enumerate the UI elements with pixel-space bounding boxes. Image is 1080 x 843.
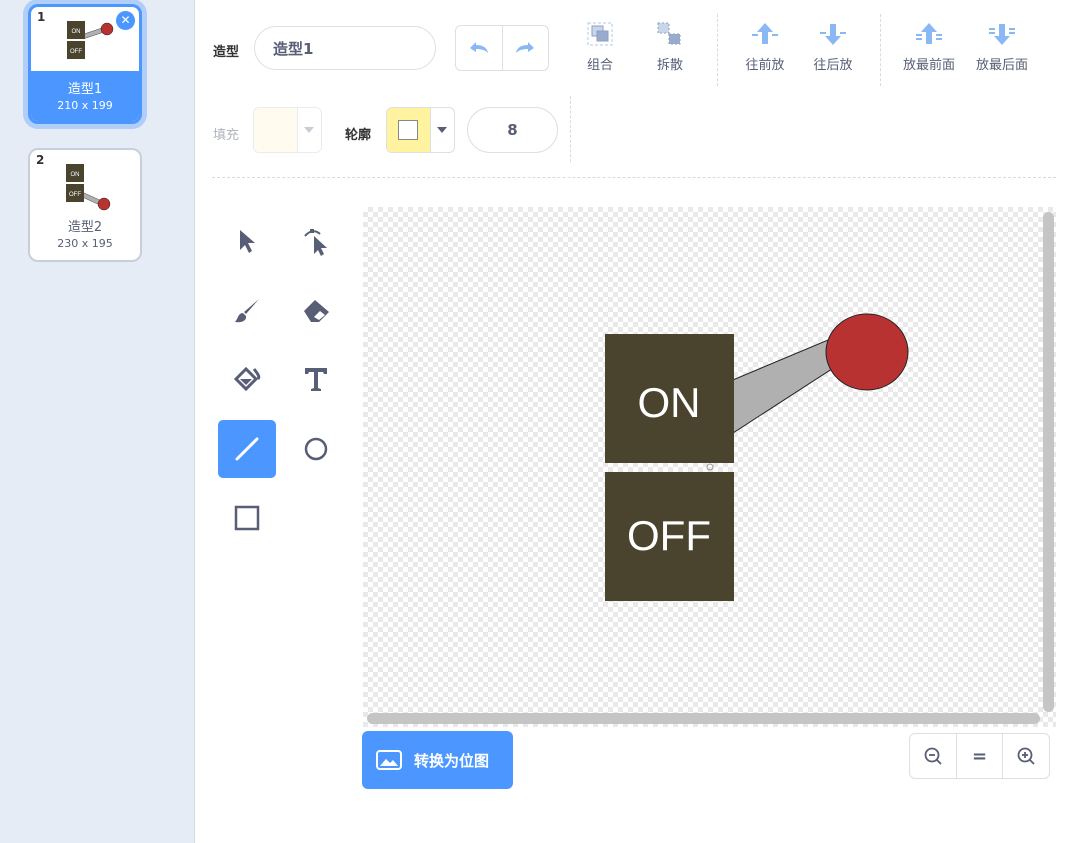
off-text: OFF <box>627 512 711 559</box>
undo-icon <box>469 42 488 53</box>
outline-label: 轮廓 <box>345 128 372 143</box>
redo-button[interactable] <box>503 26 549 70</box>
ungroup-button[interactable]: 拆散 <box>642 20 698 73</box>
costume-name: 造型2 <box>67 220 103 235</box>
on-text: ON <box>638 379 701 426</box>
paint-canvas[interactable]: ON OFF <box>363 207 1056 727</box>
zoom-in-button[interactable] <box>1002 734 1049 778</box>
group-icon <box>587 22 613 46</box>
costume-name-input[interactable] <box>254 26 436 70</box>
costume-label: 造型1 210 x 199 <box>31 71 139 121</box>
forward-label: 往前放 <box>745 58 785 73</box>
fill-color-picker[interactable] <box>253 107 322 153</box>
costume-number: 2 <box>36 153 45 167</box>
forward-button[interactable]: 往前放 <box>737 20 793 73</box>
bring-to-front-button[interactable]: 放最前面 <box>893 20 965 73</box>
group-button[interactable]: 组合 <box>572 20 628 73</box>
brush-tool[interactable] <box>218 282 276 340</box>
rectangle-tool[interactable] <box>218 489 276 547</box>
arrow-down-icon <box>820 24 846 45</box>
costume-item-2[interactable]: 2 ON OFF 造型2 230 x 195 <box>28 148 142 262</box>
switch-knob[interactable] <box>825 313 909 391</box>
costume-size: 230 x 195 <box>57 237 113 250</box>
toolbar-divider <box>717 14 718 86</box>
ungroup-label: 拆散 <box>656 58 683 73</box>
zoom-reset-button[interactable]: = <box>955 734 1003 778</box>
brush-icon <box>235 299 259 323</box>
thumb-on-text: ON <box>71 172 80 178</box>
costume-thumbnail: ON OFF <box>66 164 111 211</box>
horizontal-scrollbar[interactable] <box>367 713 1040 724</box>
text-tool[interactable] <box>287 350 345 408</box>
select-tool[interactable] <box>218 212 276 270</box>
line-tool[interactable] <box>218 420 276 478</box>
rotation-center-marker <box>706 463 714 471</box>
toolbar-divider <box>880 14 881 86</box>
costume-name: 造型1 <box>67 82 103 97</box>
reshape-tool[interactable] <box>287 212 345 270</box>
outline-color-picker[interactable] <box>386 107 455 153</box>
convert-label: 转换为位图 <box>414 751 490 770</box>
costume-label: 造型2 230 x 195 <box>30 210 140 260</box>
line-icon <box>235 437 259 461</box>
circle-icon <box>304 437 328 461</box>
switch-lever[interactable] <box>727 339 839 434</box>
thumb-on-text: ON <box>72 29 81 35</box>
vertical-scrollbar[interactable] <box>1043 212 1054 712</box>
send-to-back-label: 放最后面 <box>975 58 1028 73</box>
fill-tool[interactable] <box>218 350 276 408</box>
image-icon <box>376 750 402 770</box>
send-to-back-icon <box>989 24 1015 45</box>
costume-name-label: 造型 <box>213 45 240 60</box>
convert-to-bitmap-button[interactable]: 转换为位图 <box>362 731 513 789</box>
costume-number: 1 <box>37 10 46 24</box>
toolbar-separator <box>212 177 1056 178</box>
costume-item-1[interactable]: 1 ✕ ON OFF 造型1 210 x 199 <box>28 4 142 124</box>
fill-bucket-icon <box>233 366 261 392</box>
fill-color-swatch <box>254 108 297 152</box>
zoom-controls: = <box>909 733 1050 779</box>
ungroup-icon <box>657 22 681 45</box>
stroke-width-input[interactable]: 8 <box>467 107 558 153</box>
thumb-off-text: OFF <box>70 49 82 55</box>
backward-button[interactable]: 往后放 <box>805 20 861 73</box>
text-icon <box>305 368 327 391</box>
costume-thumbnail: ON OFF <box>67 21 114 59</box>
arrow-select-icon <box>240 230 255 253</box>
zoom-out-button[interactable] <box>910 734 956 778</box>
redo-icon <box>516 42 535 53</box>
group-label: 组合 <box>586 58 613 73</box>
zoom-in-icon <box>1017 747 1035 765</box>
undo-button[interactable] <box>456 26 503 70</box>
costume-drawing: ON OFF <box>605 313 909 601</box>
send-to-back-button[interactable]: 放最后面 <box>966 20 1038 73</box>
zoom-out-icon <box>924 747 942 765</box>
arrow-up-icon <box>752 23 778 44</box>
chevron-down-icon <box>429 108 454 152</box>
fill-label: 填充 <box>213 128 240 143</box>
eraser-tool[interactable] <box>287 282 345 340</box>
reshape-icon <box>304 229 327 256</box>
costume-size: 210 x 199 <box>57 99 113 112</box>
thumb-off-text: OFF <box>69 192 81 198</box>
undo-redo-group <box>455 25 549 71</box>
backward-label: 往后放 <box>813 58 853 73</box>
bring-to-front-label: 放最前面 <box>902 58 955 73</box>
toolbar-divider <box>570 96 571 162</box>
bring-to-front-icon <box>916 23 942 44</box>
chevron-down-icon <box>296 108 321 152</box>
zoom-reset-label: = <box>971 745 988 767</box>
outline-color-swatch <box>387 108 430 152</box>
costume-list: 1 ✕ ON OFF 造型1 210 x 199 2 ON OFF 造型2 23… <box>0 0 195 843</box>
circle-tool[interactable] <box>287 420 345 478</box>
rectangle-icon <box>234 505 260 531</box>
eraser-icon <box>304 300 329 322</box>
